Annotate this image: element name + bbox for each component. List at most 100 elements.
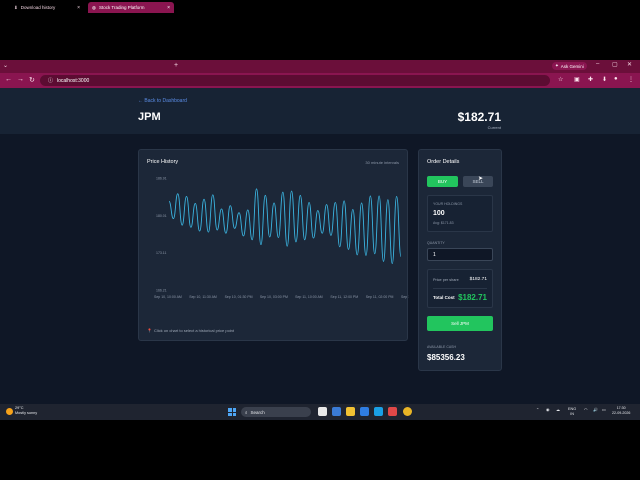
close-tab-icon[interactable]: × [77,5,80,11]
close-window-icon[interactable]: ✕ [627,61,632,68]
maximize-icon[interactable]: ▢ [612,61,618,68]
buy-toggle-button[interactable]: BUY [427,176,458,187]
menu-dots-icon[interactable]: ⋮ [628,76,634,83]
stock-header: ← Back to Dashboard JPM $182.71 Current [0,88,640,134]
file-explorer-icon[interactable] [346,407,355,416]
order-details-title: Order Details [427,159,460,165]
weather-text: Mostly sunny [15,411,38,415]
price-history-title: Price History [147,159,179,165]
lang-top: ENG [568,407,577,411]
tray-cloud-icon[interactable]: ☁ [556,407,560,412]
x-tick-label: Sep 11, 0 [401,295,409,299]
x-tick-label: Sep 10, 03:00 PM [260,295,288,299]
task-view-icon[interactable] [318,407,327,416]
price-per-share-label: Price per share [433,278,459,282]
wifi-icon[interactable]: ◠ [584,407,587,412]
tab-label: Download history [20,5,56,10]
y-tick-label: 180.01 [156,214,167,218]
globe-icon: ◍ [92,4,96,10]
back-to-dashboard-link[interactable]: ← Back to Dashboard [138,98,187,104]
extension-icon[interactable]: ▣ [574,76,580,83]
total-cost-value: $182.71 [458,293,487,302]
quantity-label: QUANTITY [427,241,445,245]
battery-icon[interactable]: ▭ [602,407,606,412]
bookmark-star-icon[interactable]: ☆ [558,76,563,83]
back-arrow-icon[interactable]: ← [5,76,12,83]
stock-symbol: JPM [138,111,161,123]
cost-summary-box: Price per share $182.71 Total Cost $182.… [427,269,493,308]
download-icon: ⬇ [14,4,18,10]
ask-gemini-button[interactable]: ✦ Ask Gemini [552,62,587,70]
reload-icon[interactable]: ↻ [29,76,35,84]
app-icon[interactable] [388,407,397,416]
volume-icon[interactable]: 🔊 [593,407,598,412]
x-tick-label: Sep 10, 01:30 PM [225,295,253,299]
price-history-chart[interactable]: 186.91 180.01 173.11 166.21 Sep 10, 10:00 AM… [139,172,409,310]
x-tick-label: Sep 11, 02:00 PM [366,295,394,299]
tab-stock-trading-platform[interactable]: ◍ Stock Trading Platform × [88,2,174,13]
search-icon: ⌕ [245,409,248,415]
taskbar-search[interactable]: ⌕ Search [241,407,311,417]
holdings-box: YOUR HOLDINGS 100 Avg: $171.83 [427,195,493,232]
sun-icon [6,407,13,415]
tray-app-icon[interactable]: ◉ [546,407,549,412]
edge-icon[interactable] [374,407,383,416]
language-indicator[interactable]: ENG IN [568,407,576,416]
current-price: $182.71 [457,110,501,124]
lang-bottom: IN [570,411,575,416]
puzzle-icon[interactable]: ✚ [588,76,593,83]
current-price-caption: Current [487,125,501,130]
chrome-icon[interactable] [403,407,412,416]
tab-label: Stock Trading Platform [98,5,145,10]
available-cash-value: $85356.23 [427,353,465,362]
letterbox-bottom [0,420,640,480]
trading-page: ← Back to Dashboard JPM $182.71 Current … [0,88,640,404]
url-text: localhost:3000 [57,77,90,84]
x-tick-label: Sep 10, 11:30 AM [189,295,217,299]
tray-chevron-icon[interactable]: ⌃ [536,407,539,412]
x-tick-label: Sep 11, 12:00 PM [330,295,358,299]
clock[interactable]: 17:30 22-09-2026 [612,406,630,416]
new-tab-button[interactable]: + [174,62,178,69]
holdings-avg: Avg: $171.83 [433,221,454,225]
available-cash-label: AVAILABLE CASH [427,345,457,349]
chart-interval-label: 30 minute intervals [365,160,399,165]
total-cost-label: Total Cost [433,295,455,300]
sparkle-icon: ✦ [555,63,559,68]
holdings-value: 100 [433,210,445,217]
download-toolbar-icon[interactable]: ⬇ [602,76,607,83]
mouse-cursor-icon: ➤ [478,176,484,182]
price-per-share-value: $182.71 [469,277,487,282]
forward-arrow-icon[interactable]: → [17,76,24,83]
vscode-icon[interactable] [360,407,369,416]
profile-icon[interactable]: ● [614,76,618,82]
minimize-icon[interactable]: – [596,61,599,67]
y-tick-label: 173.11 [156,251,166,255]
widgets-icon[interactable] [332,407,341,416]
close-tab-icon[interactable]: × [167,5,170,11]
x-tick-label: Sep 11, 10:00 AM [295,295,323,299]
address-bar[interactable]: ⓘ localhost:3000 [40,75,550,86]
x-tick-label: Sep 10, 10:00 AM [154,295,182,299]
sell-submit-button[interactable]: Sell JPM [427,316,493,331]
chart-hint: 📍 Click on chart to select a historical … [147,328,234,333]
ask-gemini-label: Ask Gemini [560,63,584,69]
windows-start-icon[interactable] [228,408,236,416]
search-label: Search [250,409,265,415]
order-details-card: Order Details BUY SELL ➤ YOUR HOLDINGS 1… [418,149,502,371]
holdings-label: YOUR HOLDINGS [433,202,463,206]
chart-hint-text: Click on chart to select a historical pr… [153,328,235,333]
tab-download-history[interactable]: ⬇ Download history × [10,2,84,13]
price-series-line[interactable] [168,188,402,264]
weather-widget[interactable]: 29°C Mostly sunny [6,406,37,416]
quantity-input[interactable] [427,248,493,261]
divider [433,288,487,289]
clock-date: 22-09-2026 [612,411,631,415]
price-history-card: Price History 30 minute intervals 186.91… [138,149,409,341]
tab-list-dropdown-icon[interactable]: ⌄ [3,62,8,69]
pin-icon: 📍 [147,328,152,333]
site-info-icon[interactable]: ⓘ [48,77,53,84]
y-tick-label: 166.21 [156,289,167,293]
browser-tab-bar [0,60,640,73]
y-tick-label: 186.91 [156,177,167,181]
